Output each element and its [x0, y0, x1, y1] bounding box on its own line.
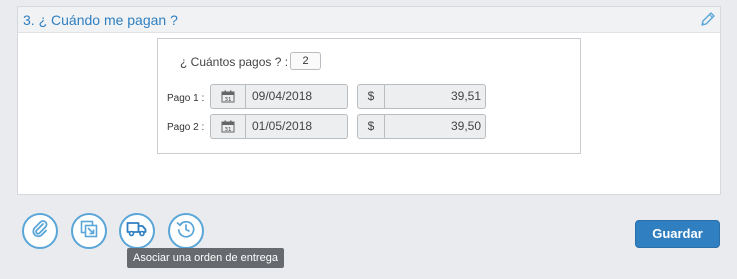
- payment-count-label: ¿ Cuántos pagos ? :: [180, 55, 289, 69]
- delivery-order-button[interactable]: [119, 213, 155, 249]
- history-button[interactable]: [168, 213, 204, 249]
- payment-1-date-field[interactable]: 31 09/04/2018: [210, 84, 348, 109]
- history-icon: [176, 219, 196, 244]
- payment-1-date: 09/04/2018: [252, 89, 313, 103]
- payment-1-amount-field[interactable]: $ 39,51: [357, 84, 486, 109]
- truck-icon: [126, 220, 148, 243]
- payment-1-amount: 39,51: [450, 89, 481, 103]
- svg-text:31: 31: [225, 127, 232, 133]
- paperclip-icon: [30, 219, 50, 244]
- payment-1-label: Pago 1 :: [167, 93, 205, 104]
- link-document-button[interactable]: [71, 213, 107, 249]
- save-button[interactable]: Guardar: [635, 220, 720, 248]
- panel-header: 3. ¿ Cuándo me pagan ?: [18, 7, 720, 33]
- link-document-icon: [79, 219, 99, 244]
- section-title: 3. ¿ Cuándo me pagan ?: [23, 12, 178, 28]
- payment-2-label: Pago 2 :: [167, 122, 205, 133]
- payment-2-date: 01/05/2018: [252, 119, 313, 133]
- tooltip: Asociar una orden de entrega: [127, 248, 284, 268]
- payments-box: ¿ Cuántos pagos ? : 2 Pago 1 : 31 09/04/…: [157, 38, 581, 154]
- svg-text:31: 31: [225, 97, 232, 103]
- payment-schedule-panel: 3. ¿ Cuándo me pagan ? ¿ Cuántos pagos ?…: [17, 6, 721, 195]
- payment-2-amount-field[interactable]: $ 39,50: [357, 114, 486, 139]
- calendar-icon[interactable]: 31: [211, 85, 246, 108]
- payment-1-currency: $: [358, 85, 385, 108]
- attach-button[interactable]: [22, 213, 58, 249]
- payment-2-date-field[interactable]: 31 01/05/2018: [210, 114, 348, 139]
- payment-count-field[interactable]: 2: [290, 52, 321, 70]
- calendar-icon[interactable]: 31: [211, 115, 246, 138]
- payment-2-amount: 39,50: [450, 119, 481, 133]
- pencil-icon[interactable]: [699, 11, 716, 28]
- payment-2-currency: $: [358, 115, 385, 138]
